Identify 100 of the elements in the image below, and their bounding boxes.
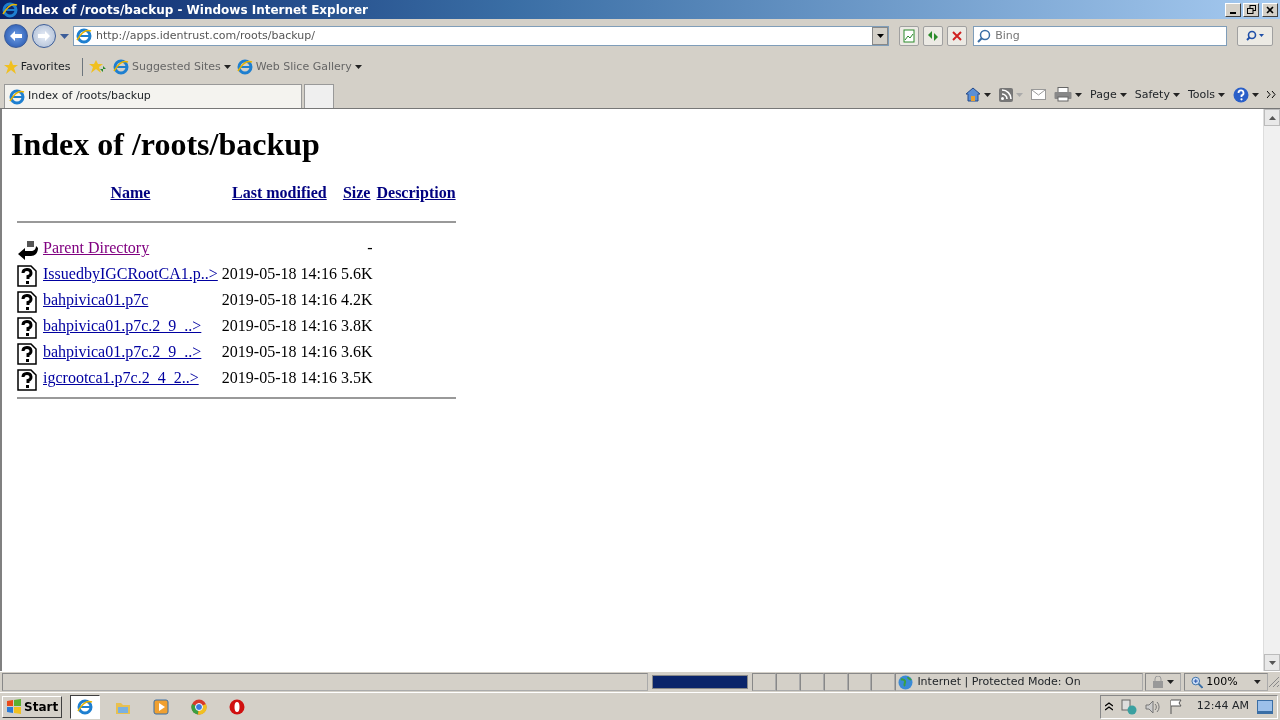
file-link[interactable]: bahpivica01.p7c.2_9_..>	[43, 317, 202, 335]
page-icon	[901, 29, 916, 43]
back-button[interactable]	[4, 24, 28, 48]
play-icon	[153, 698, 170, 715]
caret-icon	[984, 92, 992, 97]
favorites-link[interactable]: Suggested Sites	[112, 58, 231, 76]
caret-icon	[223, 65, 231, 69]
page-icon	[76, 28, 92, 44]
feeds-button[interactable]	[999, 87, 1024, 102]
stop-icon	[950, 30, 963, 42]
minimize-button[interactable]	[1224, 2, 1241, 17]
taskbar-app-button[interactable]	[70, 694, 101, 719]
file-link[interactable]: IssuedbyIGCRootCA1.p..>	[43, 265, 218, 283]
start-button[interactable]: Start	[2, 695, 63, 718]
favorites-button[interactable]: Favorites	[4, 58, 71, 76]
caret-icon[interactable]	[60, 33, 69, 39]
back-arrow-icon	[17, 239, 39, 260]
chrome-icon	[191, 698, 208, 715]
star-icon	[4, 60, 18, 74]
home-button[interactable]	[965, 87, 992, 103]
show-desktop-icon[interactable]	[1257, 699, 1273, 714]
forward-arrow-icon	[37, 30, 51, 42]
zoom-button[interactable]: 100%	[1184, 673, 1269, 691]
ie-icon	[2, 1, 18, 18]
security-zone: Internet | Protected Mode: On	[917, 673, 1081, 690]
status-panel	[799, 673, 824, 691]
column-header-link[interactable]: Last modified	[232, 184, 327, 202]
chevron-up-icon[interactable]	[1105, 702, 1114, 711]
browser-tab[interactable]: Index of /roots/backup	[4, 84, 302, 108]
search-icon	[1244, 30, 1265, 42]
page-icon	[236, 59, 253, 75]
menu-button[interactable]: Page	[1090, 86, 1127, 103]
speaker-icon[interactable]	[1145, 699, 1162, 714]
zoom-icon	[1191, 675, 1204, 689]
page-icon	[9, 88, 25, 105]
menu-button[interactable]: Tools	[1187, 86, 1225, 103]
menu-button[interactable]: Safety	[1134, 86, 1180, 103]
page-icon	[112, 59, 129, 75]
close-button[interactable]	[1262, 2, 1278, 17]
page-heading: Index of /roots/backup	[11, 125, 321, 164]
new-tab-button[interactable]	[304, 84, 334, 108]
file-size: 4.2K	[340, 291, 373, 309]
file-size: 3.6K	[340, 343, 373, 361]
help-icon	[1233, 86, 1249, 103]
network-icon[interactable]	[1121, 698, 1138, 715]
back-arrow-icon	[9, 30, 23, 42]
modified-date: 2019-05-18 14:16	[221, 369, 337, 387]
caret-icon	[1167, 680, 1175, 684]
favorites-link[interactable]: Web Slice Gallery	[236, 58, 362, 76]
status-panel	[775, 673, 800, 691]
column-header-link[interactable]: Description	[376, 184, 456, 202]
clock: 12:44 AM	[1196, 698, 1249, 715]
restore-icon	[1246, 5, 1256, 14]
down-arrow-icon	[1268, 660, 1276, 665]
refresh-button[interactable]	[922, 26, 943, 46]
search-field[interactable]: Bing	[973, 26, 1228, 46]
minimize-icon	[1229, 11, 1236, 14]
column-header-link[interactable]: Size	[342, 184, 371, 202]
window-title: Index of /roots/backup - Windows Internet Explorer	[21, 1, 368, 19]
protected-mode-button[interactable]	[1145, 673, 1182, 691]
printer-icon	[1054, 87, 1073, 103]
search-icon	[977, 29, 992, 43]
mail-icon[interactable]	[1031, 89, 1047, 101]
unknown-file-icon	[17, 264, 37, 287]
caret-icon	[1218, 92, 1225, 97]
feed-icon	[999, 87, 1014, 102]
flag-icon[interactable]	[1169, 699, 1184, 714]
status-panel	[751, 673, 776, 691]
status-panel	[823, 673, 848, 691]
restore-button[interactable]	[1243, 2, 1260, 17]
stop-button[interactable]	[946, 26, 967, 46]
print-button[interactable]	[1054, 87, 1083, 103]
file-size: 5.6K	[340, 265, 373, 283]
status-panel	[847, 673, 872, 691]
home-icon	[965, 87, 982, 103]
search-button[interactable]	[1236, 26, 1273, 46]
caret-icon	[354, 65, 362, 69]
file-link[interactable]: Parent Directory	[43, 239, 150, 257]
modified-date: 2019-05-18 14:16	[221, 317, 337, 335]
modified-date: 2019-05-18 14:16	[221, 343, 337, 361]
up-arrow-icon	[1268, 115, 1276, 120]
caret-icon	[1075, 92, 1083, 97]
column-header-link[interactable]: Name	[110, 184, 151, 202]
address-field[interactable]: http://apps.identrust.com/roots/backup/	[73, 26, 889, 46]
file-link[interactable]: bahpivica01.p7c.2_9_..>	[43, 343, 202, 361]
help-button[interactable]	[1233, 86, 1259, 103]
file-link[interactable]: igcrootca1.p7c.2_4_2..>	[43, 369, 199, 387]
resize-grip-icon	[1268, 676, 1280, 688]
file-size: 3.5K	[340, 369, 373, 387]
modified-date: 2019-05-18 14:16	[221, 291, 337, 309]
dropdown-arrow-icon	[876, 34, 884, 38]
chevron-icon[interactable]	[1267, 91, 1276, 99]
close-icon	[1266, 5, 1274, 14]
file-link[interactable]: bahpivica01.p7c	[43, 291, 149, 309]
scrollbar[interactable]	[1263, 109, 1280, 671]
compatibility-button[interactable]	[898, 26, 919, 46]
globe-icon	[898, 674, 914, 690]
forward-button[interactable]	[32, 24, 56, 48]
caret-icon	[1254, 680, 1262, 684]
windows-logo-icon	[6, 699, 22, 714]
